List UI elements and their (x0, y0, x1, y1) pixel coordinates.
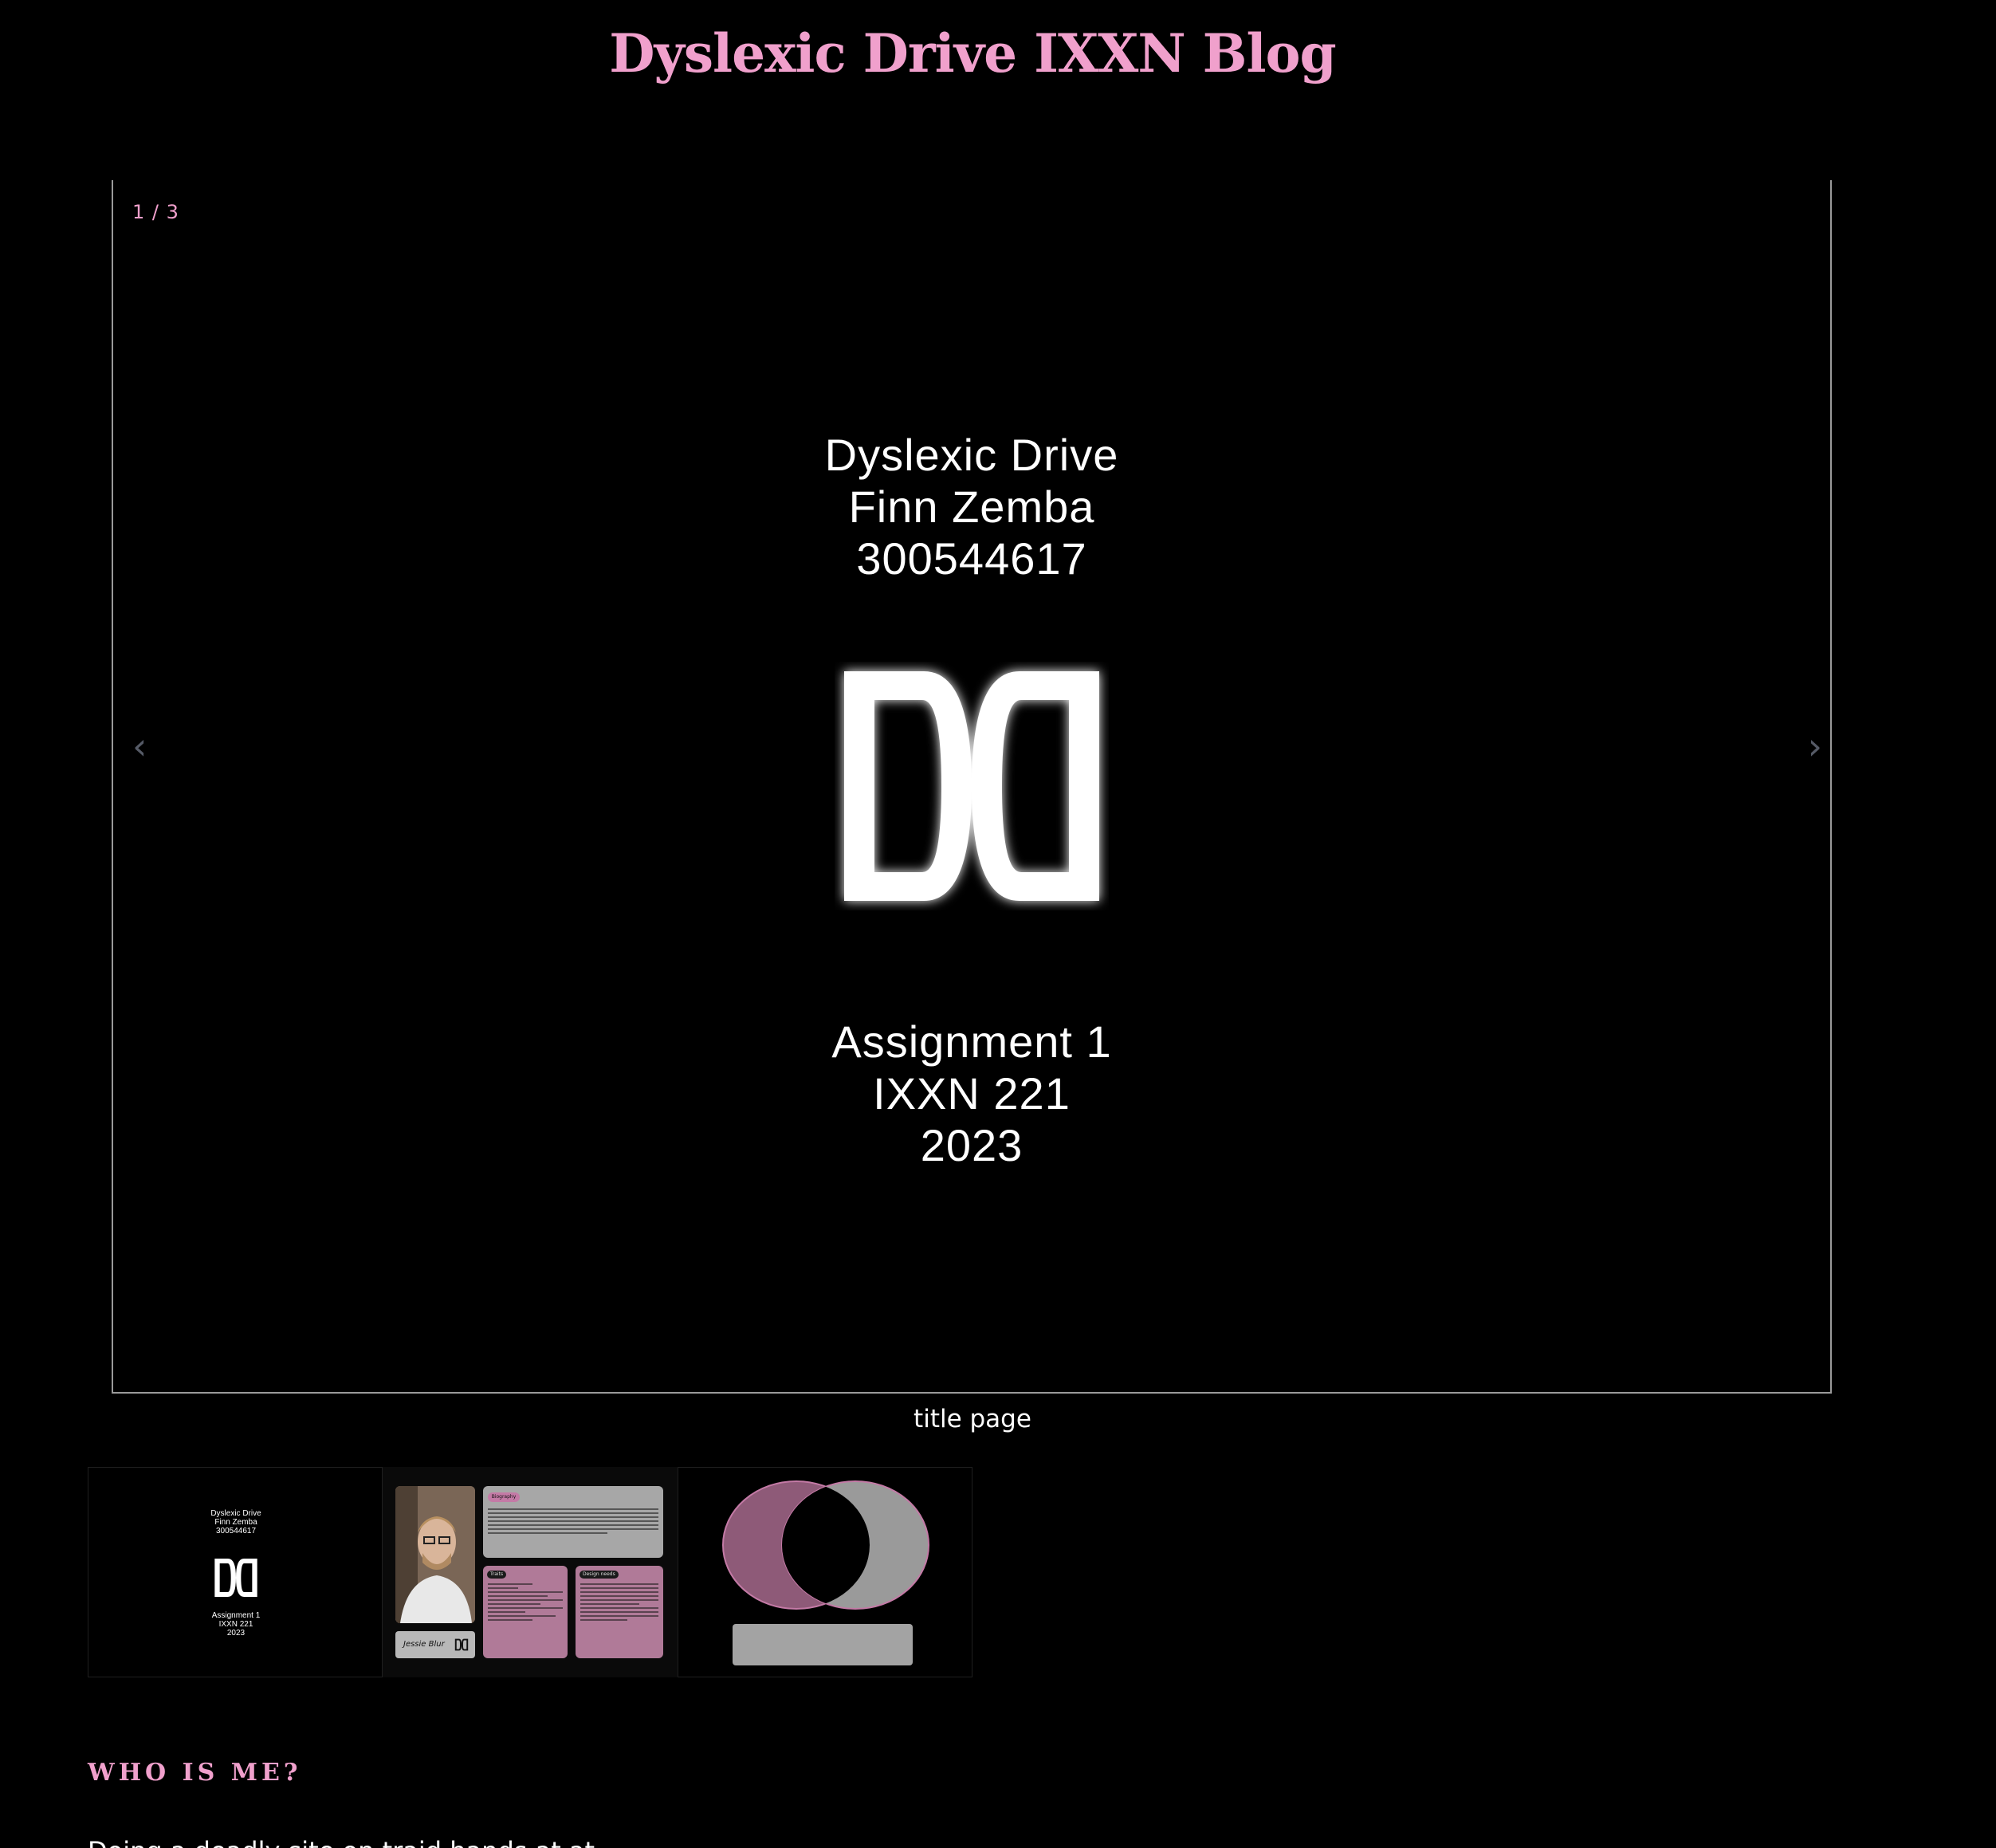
slide-line: Finn Zemba (848, 482, 1095, 532)
thumbnail-title-page[interactable]: Dyslexic Drive Finn Zemba 300544617 Assi… (88, 1467, 383, 1677)
slide-caption: title page (914, 1405, 1031, 1433)
persona-photo (395, 1486, 475, 1623)
thumbnail-line: Assignment 1 (211, 1611, 261, 1620)
slideshow: 1 / 3 ‹ › Dyslexic Drive Finn Zemba 3005… (112, 180, 1832, 1394)
slide-line: Dyslexic Drive (824, 430, 1119, 480)
text-lines (488, 1583, 563, 1623)
persona-name: Jessie Blur (403, 1640, 445, 1649)
bio-tag: Biography (488, 1492, 520, 1502)
persona-needs-card: Design needs (576, 1566, 663, 1658)
slide-subtitle-block: Assignment 1 IXXN 221 2023 (113, 1016, 1830, 1171)
persona-bio-card: Biography (483, 1486, 663, 1558)
persona-name-card: Jessie Blur (395, 1631, 475, 1658)
thumbnail-line: 2023 (226, 1629, 246, 1638)
needs-tag: Design needs (580, 1571, 619, 1579)
dyslexic-drive-logo-icon (454, 1638, 469, 1651)
thumbnail-line: Dyslexic Drive (210, 1509, 261, 1518)
persona-traits-card: Traits (483, 1566, 568, 1658)
chevron-right-icon[interactable]: › (1808, 722, 1822, 770)
traits-tag: Traits (487, 1571, 507, 1579)
slide-counter: 1 / 3 (132, 201, 179, 223)
dyslexic-drive-logo-icon (214, 1559, 257, 1597)
venn-caption-bar (733, 1624, 913, 1665)
slide-title-block: Dyslexic Drive Finn Zemba 300544617 (113, 429, 1830, 584)
text-lines (580, 1583, 658, 1623)
site-title[interactable]: Dyslexic Drive IXXN Blog (0, 18, 1945, 89)
thumbnail-text: Dyslexic Drive Finn Zemba 300544617 (88, 1509, 383, 1535)
text-lines (488, 1508, 658, 1536)
slide-line: IXXN 221 (873, 1068, 1071, 1119)
thumbnail-text: Assignment 1 IXXN 221 2023 (88, 1611, 383, 1638)
thumbnail-venn-diagram[interactable] (678, 1467, 972, 1677)
slide-line: 2023 (920, 1120, 1024, 1170)
thumbnail-line: IXXN 221 (218, 1620, 253, 1629)
thumbnail-line: 300544617 (215, 1527, 257, 1535)
dyslexic-drive-logo (844, 671, 1099, 901)
thumbnail-persona[interactable]: Jessie Blur Biography Traits Design need… (383, 1467, 678, 1677)
slide-line: 300544617 (856, 533, 1087, 584)
section-paragraph: Doing a deadly site on traid hands at at (88, 1834, 595, 1848)
person-silhouette-icon (395, 1486, 475, 1623)
venn-diagram-icon (722, 1480, 929, 1610)
chevron-left-icon[interactable]: ‹ (132, 722, 147, 770)
slide-line: Assignment 1 (831, 1016, 1112, 1067)
section-heading: WHO IS ME? (88, 1759, 302, 1787)
thumbnail-line: Finn Zemba (214, 1518, 257, 1527)
